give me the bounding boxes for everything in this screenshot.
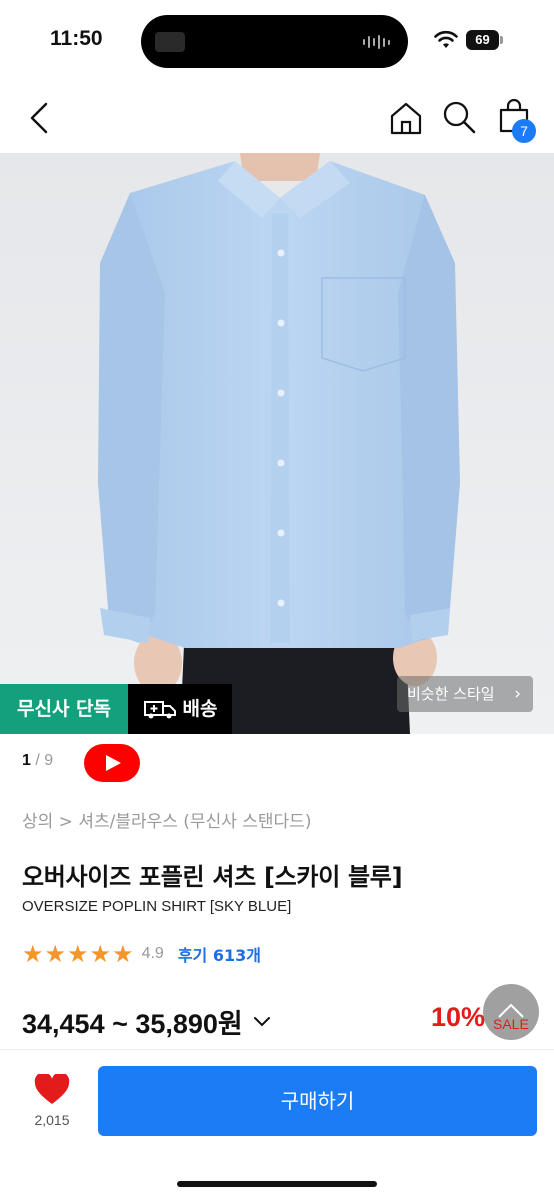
product-subtitle: OVERSIZE POPLIN SHIRT [SKY BLUE]	[22, 898, 292, 915]
star-icon: ★	[112, 940, 134, 968]
delivery-truck-icon	[143, 701, 176, 719]
buy-button[interactable]: 구매하기	[98, 1066, 537, 1136]
rating-value: 4.9	[141, 945, 164, 962]
similar-style-label: 비슷한 스타일	[407, 685, 495, 703]
header: 7	[0, 80, 554, 153]
heart-icon	[34, 1074, 70, 1104]
play-icon	[106, 755, 121, 771]
divider	[0, 1049, 554, 1050]
star-icon: ★	[44, 940, 67, 968]
price-range[interactable]: 34,454 ~ 35,890원	[22, 1002, 271, 1041]
pager-current: 1	[22, 752, 31, 769]
price-text: 34,454 ~ 35,890원	[22, 1009, 243, 1039]
battery-icon: 69	[466, 30, 503, 50]
wishlist-count: 2,015	[34, 1112, 70, 1128]
delivery-badge: 배송	[128, 684, 232, 734]
product-image[interactable]	[0, 153, 554, 734]
review-link[interactable]: 후기 613개	[178, 942, 261, 966]
search-icon[interactable]	[441, 99, 477, 135]
discount-rate: 10%	[431, 1002, 486, 1032]
delivery-label: 배송	[182, 698, 218, 720]
home-indicator	[177, 1181, 377, 1187]
exclusive-badge: 무신사 단독	[0, 684, 128, 734]
video-button[interactable]	[84, 744, 140, 782]
similar-style-button[interactable]: 비슷한 스타일 ›	[397, 676, 533, 712]
rating-row: ★ ★ ★ ★ ★ 4.9 후기 613개	[22, 941, 261, 967]
battery-level: 69	[466, 30, 499, 50]
star-icon: ★	[22, 940, 44, 968]
audio-wave-icon	[363, 35, 390, 49]
home-icon[interactable]	[388, 100, 424, 136]
screen: 11:50 69 7 무신사 단독 배송 비슷한 스타일 › 1 / 9 상의 …	[0, 0, 554, 1200]
wifi-icon	[434, 30, 458, 48]
wishlist-button[interactable]: 2,015	[22, 1068, 82, 1134]
image-pager: 1 / 9	[22, 752, 53, 770]
chevron-down-icon	[253, 1016, 270, 1026]
dynamic-island	[141, 15, 408, 68]
breadcrumb[interactable]: 상의 > 셔츠/블라우스 (무신사 스탠다드)	[22, 807, 311, 832]
product-title: 오버사이즈 포플린 셔츠 [스카이 블루]	[22, 863, 403, 891]
cart-count-badge: 7	[512, 119, 536, 143]
status-time: 11:50	[50, 27, 103, 50]
chevron-right-icon: ›	[514, 684, 521, 704]
shirt-illustration	[0, 153, 554, 734]
sale-label: SALE	[493, 1016, 529, 1032]
star-icon: ★	[89, 940, 112, 968]
pager-total: / 9	[35, 752, 54, 769]
status-bar: 11:50 69	[0, 0, 554, 80]
live-activity-icon	[155, 32, 185, 52]
star-icon: ★	[67, 940, 89, 968]
back-icon[interactable]	[22, 100, 58, 136]
cart-button[interactable]: 7	[494, 97, 540, 143]
star-rating: ★ ★ ★ ★ ★	[22, 941, 134, 967]
